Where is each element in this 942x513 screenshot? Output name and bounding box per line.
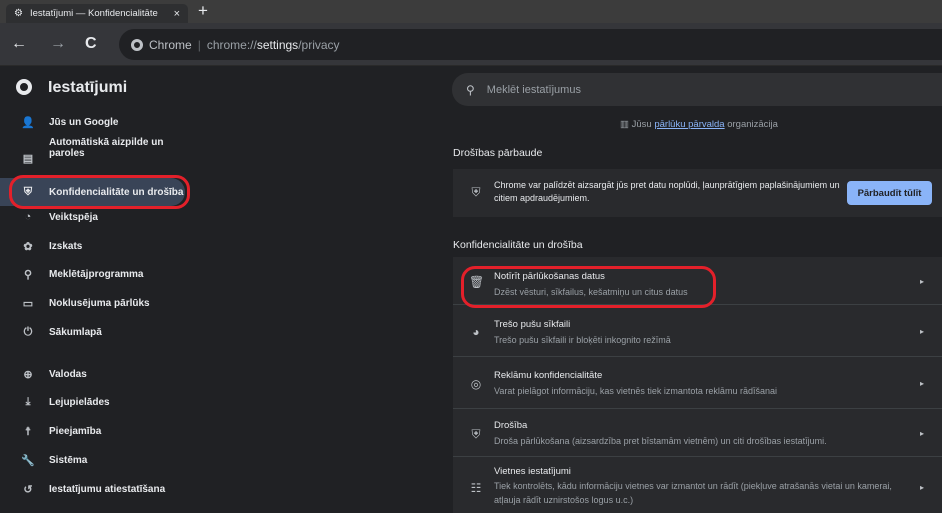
check-now-button[interactable]: Pārbaudīt tūlīt xyxy=(847,181,932,205)
row-title: Notīrīt pārlūkošanas datus xyxy=(494,271,605,282)
row-title: Vietnes iestatījumi xyxy=(494,466,571,477)
browser-icon: ▭ xyxy=(22,297,34,310)
chrome-logo-icon xyxy=(16,79,32,95)
clear-browsing-data-row[interactable]: 🗑 Notīrīt pārlūkošanas datus Dzēst vēstu… xyxy=(453,257,942,304)
row-title: Trešo pušu sīkfaili xyxy=(494,319,571,330)
row-subtitle: Tiek kontrolēts, kādu informāciju vietne… xyxy=(494,481,892,505)
site-chip[interactable]: Chrome xyxy=(149,38,192,52)
globe-icon: ⊕ xyxy=(23,368,33,381)
sidebar-item-label: Automātiskā aizpilde un paroles xyxy=(49,137,164,159)
sidebar-item-label: Konfidencialitāte un drošība xyxy=(49,187,184,198)
managed-notice: ▥ Jūsu pārlūku pārvalda organizācija xyxy=(620,119,778,130)
omnibox-separator: | xyxy=(197,37,201,52)
chevron-right-icon: ▸ xyxy=(919,429,924,438)
settings-tab[interactable]: ⚙ Iestatījumi — Konfidencialitāte × xyxy=(6,4,188,23)
download-icon: ⤓ xyxy=(25,395,31,408)
sidebar-item-label: Pieejamība xyxy=(49,425,102,437)
gear-icon: ⚙ xyxy=(14,8,23,19)
chevron-right-icon: ▸ xyxy=(919,483,924,492)
privacy-heading: Konfidencialitāte un drošība xyxy=(453,239,583,251)
speedometer-icon: ◔ xyxy=(24,211,32,223)
managed-prefix: Jūsu xyxy=(631,119,652,130)
sidebar-item-label: Sistēma xyxy=(49,454,88,466)
wrench-icon: 🔧 xyxy=(21,454,35,467)
toolbar: ← → C Chrome | chrome://settings/privacy xyxy=(0,23,942,66)
site-settings-row[interactable]: ☷ Vietnes iestatījumi Tiek kontrolēts, k… xyxy=(453,456,942,513)
row-subtitle: Trešo pušu sīkfaili ir bloķēti inkognito… xyxy=(494,335,671,345)
ad-privacy-row[interactable]: ◎ Reklāmu konfidencialitāte Varat pielāg… xyxy=(453,356,942,408)
shield-icon: ⛨ xyxy=(471,427,481,441)
security-row[interactable]: ⛨ Drošība Droša pārlūkošana (aizsardzība… xyxy=(453,408,942,456)
sidebar: 👤 Jūs un Google ▤ Automātiskā aizpilde u… xyxy=(0,110,215,513)
sidebar-item-label: Sākumlapā xyxy=(49,326,102,338)
person-icon: 👤 xyxy=(21,116,35,129)
managed-suffix: organizācija xyxy=(727,119,778,130)
row-subtitle: Varat pielāgot informāciju, kas vietnēs … xyxy=(494,386,777,396)
chevron-right-icon: ▸ xyxy=(919,327,924,336)
managed-link[interactable]: pārlūku pārvalda xyxy=(654,119,724,130)
sidebar-item-label: Izskats xyxy=(49,240,83,252)
url-host: settings xyxy=(256,37,299,52)
trash-icon: 🗑 xyxy=(469,275,485,289)
sidebar-item-privacy[interactable]: ⛨ Konfidencialitāte un drošība xyxy=(0,178,185,206)
accessibility-icon: ☨ xyxy=(25,425,31,438)
row-title: Reklāmu konfidencialitāte xyxy=(494,370,603,381)
building-icon: ▥ xyxy=(620,119,629,130)
sliders-icon: ☷ xyxy=(470,481,482,495)
tab-strip: ⚙ Iestatījumi — Konfidencialitāte × + xyxy=(0,0,942,23)
row-subtitle: Droša pārlūkošana (aizsardzība pret bīst… xyxy=(494,436,827,446)
clipboard-icon: ▤ xyxy=(22,153,34,165)
reset-icon: ↺ xyxy=(23,483,33,496)
sidebar-item-label: Valodas xyxy=(49,368,87,380)
cookie-icon: ◕ xyxy=(472,325,480,339)
sidebar-item-label: Lejupielādes xyxy=(49,396,110,408)
sidebar-item-label: Iestatījumu atiestatīšana xyxy=(49,483,166,495)
row-subtitle: Dzēst vēsturi, sīkfailus, kešatmiņu un c… xyxy=(494,287,688,297)
sidebar-item-label: Veiktspēja xyxy=(49,211,98,223)
search-placeholder: Meklēt iestatījumus xyxy=(486,83,581,96)
search-input[interactable]: ⚲ Meklēt iestatījumus xyxy=(452,73,942,106)
chrome-icon xyxy=(131,38,143,51)
tab-title: Iestatījumi — Konfidencialitāte xyxy=(29,8,158,19)
address-bar[interactable]: Chrome | chrome://settings/privacy xyxy=(119,29,942,60)
settings-header: Iestatījumi ⚲ Meklēt iestatījumus xyxy=(0,66,942,110)
palette-icon: ✿ xyxy=(23,240,33,253)
page-title: Iestatījumi xyxy=(48,79,128,96)
close-tab-button[interactable]: × xyxy=(174,8,180,20)
safety-check-text: Chrome var palīdzēt aizsargāt jūs pret d… xyxy=(494,180,840,203)
third-party-cookies-row[interactable]: ◕ Trešo pušu sīkfaili Trešo pušu sīkfail… xyxy=(453,304,942,356)
chevron-right-icon: ▸ xyxy=(919,379,924,388)
sidebar-item-label: Jūs un Google xyxy=(49,116,119,128)
forward-button[interactable]: → xyxy=(50,35,66,53)
sidebar-item-label: Meklētājprogramma xyxy=(49,268,144,280)
chevron-right-icon: ▸ xyxy=(919,277,924,286)
ad-privacy-icon: ◎ xyxy=(470,377,482,391)
search-icon: ⚲ xyxy=(466,82,475,97)
new-tab-button[interactable]: + xyxy=(198,1,208,21)
search-icon: ⚲ xyxy=(23,268,33,281)
shield-check-icon: ⛨ xyxy=(471,185,481,199)
row-title: Drošība xyxy=(494,420,528,431)
main-content: ▥ Jūsu pārlūku pārvalda organizācija Dro… xyxy=(215,110,942,513)
sidebar-item-label: Noklusējuma pārlūks xyxy=(49,297,150,309)
back-button[interactable]: ← xyxy=(11,35,27,53)
safety-check-heading: Drošības pārbaude xyxy=(453,147,543,159)
reload-button[interactable]: C xyxy=(85,35,97,53)
privacy-card: 🗑 Notīrīt pārlūkošanas datus Dzēst vēstu… xyxy=(453,257,942,513)
shield-icon: ⛨ xyxy=(23,186,33,198)
url-scheme: chrome:// xyxy=(206,37,257,52)
power-icon: ⏻ xyxy=(23,325,33,338)
url-path: /privacy xyxy=(298,37,340,52)
